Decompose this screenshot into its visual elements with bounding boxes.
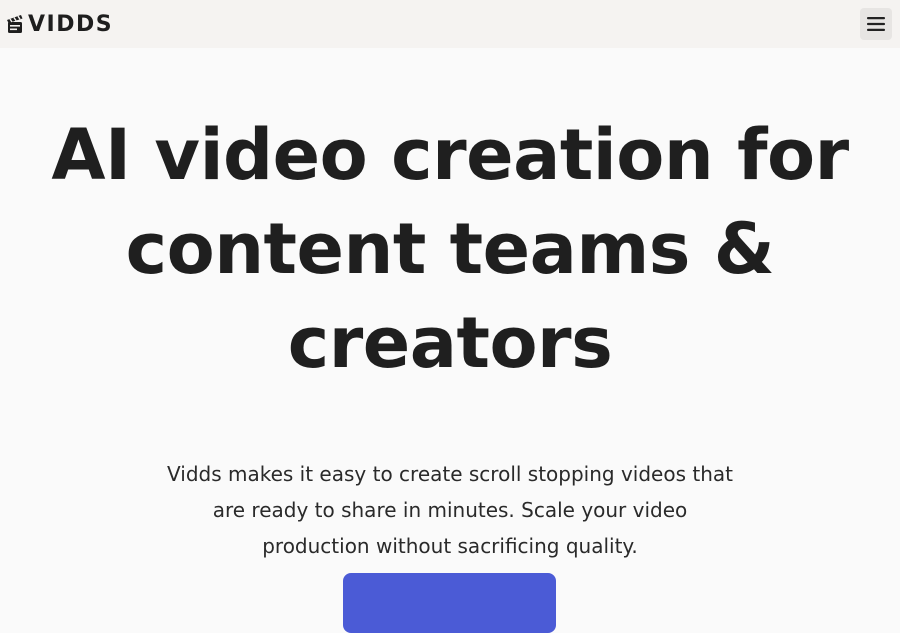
brand[interactable]: VIDDS xyxy=(6,12,113,37)
hamburger-menu-icon xyxy=(867,17,885,31)
hero-title: AI video creation for content teams & cr… xyxy=(40,108,860,390)
hero-title-line: content teams & xyxy=(125,208,775,290)
hero-section: AI video creation for content teams & cr… xyxy=(0,48,900,564)
brand-name: VIDDS xyxy=(28,11,114,37)
clapperboard-icon xyxy=(7,15,23,33)
hero-subtitle-line: Vidds makes it easy to create scroll sto… xyxy=(167,462,733,486)
hero-subtitle: Vidds makes it easy to create scroll sto… xyxy=(130,456,770,564)
cta-button[interactable] xyxy=(343,573,556,633)
menu-button[interactable] xyxy=(860,8,892,40)
hero-title-line: AI video creation for xyxy=(51,114,849,196)
hero-subtitle-line: production without sacrificing quality. xyxy=(262,534,638,558)
hero-title-line: creators xyxy=(287,302,613,384)
hero-subtitle-line: are ready to share in minutes. Scale you… xyxy=(212,498,688,522)
top-navbar: VIDDS xyxy=(0,0,900,48)
